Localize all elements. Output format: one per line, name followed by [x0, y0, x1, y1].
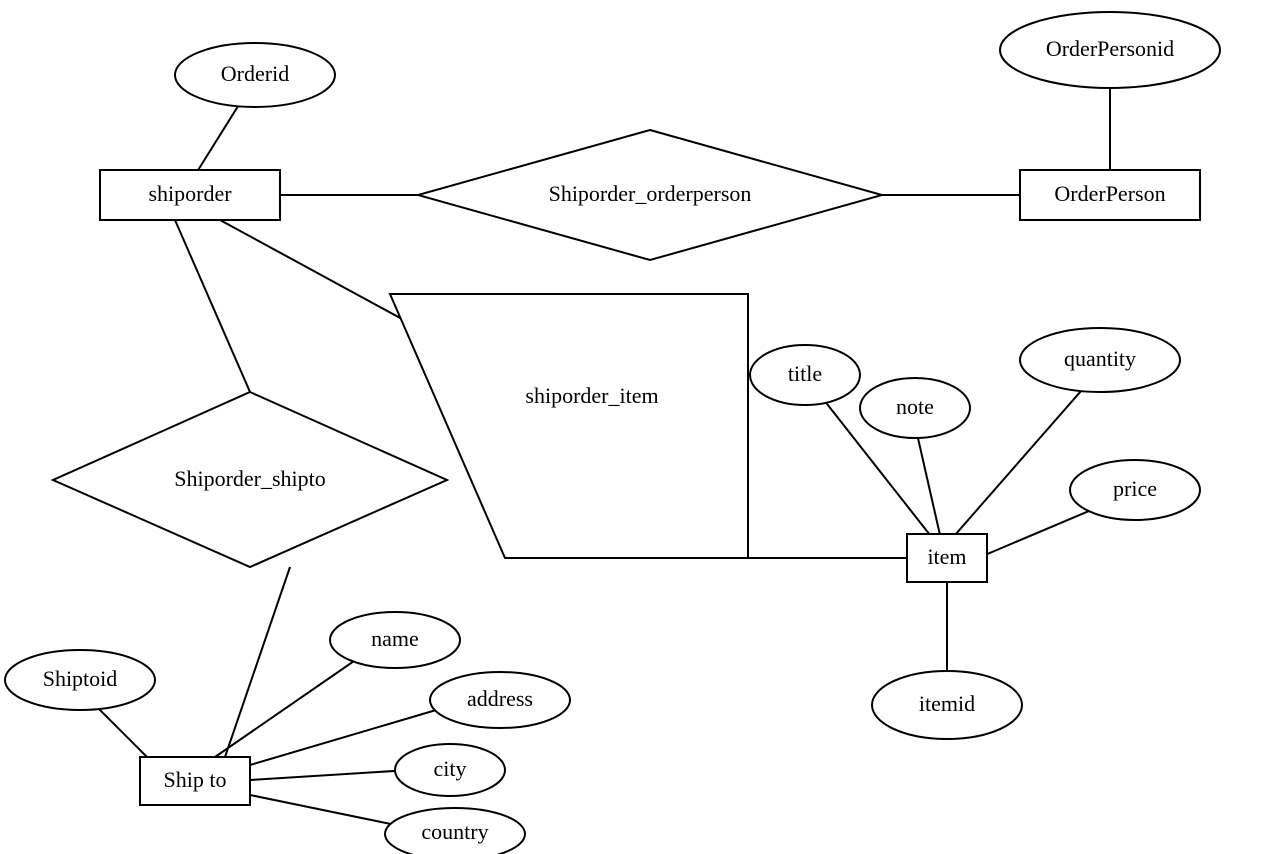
attribute-title-label: title [788, 361, 822, 386]
attribute-shiptoid: Shiptoid [5, 650, 155, 710]
attribute-itemid: itemid [872, 671, 1022, 739]
er-diagram: shiporder OrderPerson item Ship to Shipo… [0, 0, 1270, 854]
attribute-country-label: country [421, 819, 488, 844]
attribute-note-label: note [896, 394, 934, 419]
relationship-shiporder-shipto: Shiporder_shipto [53, 392, 447, 567]
attribute-title: title [750, 345, 860, 405]
attribute-itemid-label: itemid [919, 691, 975, 716]
edge-item-quantity [955, 375, 1095, 535]
attribute-address: address [430, 672, 570, 728]
attribute-orderid-label: Orderid [221, 61, 289, 86]
attribute-country: country [385, 808, 525, 854]
entity-orderperson-label: OrderPerson [1054, 181, 1165, 206]
entity-shipto-label: Ship to [164, 767, 227, 792]
attribute-quantity-label: quantity [1064, 346, 1136, 371]
attribute-orderpersonid: OrderPersonid [1000, 12, 1220, 88]
entity-shiporder: shiporder [100, 170, 280, 220]
entity-item: item [907, 534, 987, 582]
attribute-name-label: name [371, 626, 419, 651]
relationship-shiporder-item-label: shiporder_item [525, 383, 658, 408]
attribute-note: note [860, 378, 970, 438]
entity-shipto: Ship to [140, 757, 250, 805]
attribute-shiptoid-label: Shiptoid [43, 666, 118, 691]
attribute-name: name [330, 612, 460, 668]
edge-item-note [915, 425, 940, 535]
edge-shipto-name [215, 650, 370, 757]
attribute-orderpersonid-label: OrderPersonid [1046, 36, 1174, 61]
edge-shipto-city [250, 770, 410, 780]
attribute-orderid: Orderid [175, 43, 335, 107]
entity-shiporder-label: shiporder [148, 181, 232, 206]
attribute-city: city [395, 744, 505, 796]
relationship-shiporder-orderperson-label: Shiporder_orderperson [549, 181, 752, 206]
edge-shiporder-rel-shipto [175, 220, 250, 392]
relationship-shiporder-item: shiporder_item [390, 294, 748, 558]
attribute-address-label: address [467, 686, 533, 711]
relationship-shiporder-orderperson: Shiporder_orderperson [418, 130, 882, 260]
entity-orderperson: OrderPerson [1020, 170, 1200, 220]
attribute-price-label: price [1113, 476, 1157, 501]
attribute-price: price [1070, 460, 1200, 520]
attribute-quantity: quantity [1020, 328, 1180, 392]
relationship-shiporder-shipto-label: Shiporder_shipto [174, 466, 326, 491]
entity-item-label: item [927, 544, 966, 569]
attribute-city-label: city [434, 756, 467, 781]
